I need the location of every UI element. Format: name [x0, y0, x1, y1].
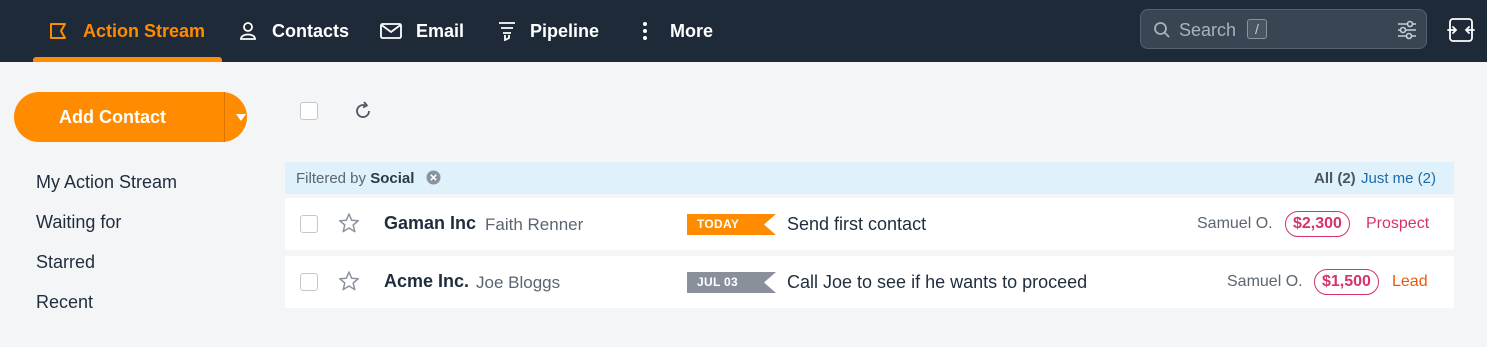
deal-amount-badge: $1,500 [1314, 269, 1379, 295]
company-name[interactable]: Acme Inc. [384, 271, 469, 292]
active-tab-indicator [33, 57, 222, 62]
envelope-icon [380, 23, 402, 39]
refresh-icon[interactable] [353, 101, 373, 121]
row-checkbox[interactable] [300, 273, 318, 291]
row-checkbox[interactable] [300, 215, 318, 233]
search-icon [1154, 22, 1170, 38]
action-stream-icon [50, 23, 66, 39]
action-row[interactable]: Gaman Inc Faith Renner TODAY Send first … [285, 198, 1454, 250]
nav-more[interactable]: More [638, 0, 713, 62]
deal-stage: Prospect [1366, 215, 1430, 232]
task-description[interactable]: Call Joe to see if he wants to proceed [787, 272, 1087, 293]
add-contact-divider [224, 92, 225, 142]
search-shortcut-key: / [1247, 19, 1267, 39]
contact-name[interactable]: Joe Bloggs [476, 273, 560, 293]
nav-contacts[interactable]: Contacts [238, 0, 349, 62]
sidebar-item-starred[interactable]: Starred [36, 252, 95, 273]
expand-panel-icon[interactable] [1447, 16, 1475, 44]
star-icon[interactable] [338, 270, 360, 292]
filter-description: Filtered by Social [296, 170, 414, 187]
nav-action-stream-label: Action Stream [83, 20, 206, 41]
date-tag-label: JUL 03 [697, 275, 738, 289]
task-description[interactable]: Send first contact [787, 214, 926, 235]
nav-contacts-label: Contacts [272, 20, 350, 41]
clear-filter-icon[interactable] [426, 170, 441, 185]
sidebar-item-my-action-stream[interactable]: My Action Stream [36, 172, 177, 193]
filter-value: Social [370, 170, 415, 187]
search-box[interactable]: / [1140, 9, 1427, 49]
filter-prefix: Filtered by [296, 170, 367, 187]
task-owner: Samuel O. [1227, 273, 1303, 290]
deal-stage: Lead [1392, 273, 1428, 290]
action-row[interactable]: Acme Inc. Joe Bloggs JUL 03 Call Joe to … [285, 256, 1454, 308]
nav-email[interactable]: Email [380, 0, 464, 62]
date-tag-label: TODAY [697, 217, 740, 231]
add-contact-dropdown-icon[interactable] [236, 114, 246, 121]
search-filter-icon[interactable] [1396, 19, 1418, 41]
nav-pipeline[interactable]: Pipeline [498, 0, 599, 62]
top-nav-bar: Action Stream Contacts Email Pipeline Mo… [0, 0, 1487, 62]
kebab-icon [643, 22, 647, 40]
search-input[interactable] [1179, 18, 1239, 42]
funnel-icon [499, 22, 515, 41]
nav-pipeline-label: Pipeline [530, 20, 600, 41]
star-icon[interactable] [338, 212, 360, 234]
sidebar-item-waiting-for[interactable]: Waiting for [36, 212, 121, 233]
task-owner: Samuel O. [1197, 215, 1273, 232]
add-contact-label: Add Contact [59, 107, 166, 127]
person-icon [240, 22, 256, 40]
deal-amount-badge: $2,300 [1285, 211, 1350, 237]
nav-email-label: Email [416, 20, 465, 41]
sidebar-item-recent[interactable]: Recent [36, 292, 93, 313]
filter-just-me-link[interactable]: Just me (2) [1361, 170, 1436, 187]
add-contact-button[interactable]: Add Contact [14, 92, 247, 142]
nav-action-stream[interactable]: Action Stream [49, 0, 205, 62]
company-name[interactable]: Gaman Inc [384, 213, 476, 234]
filter-bar: Filtered by Social All (2) Just me (2) [285, 162, 1454, 194]
contact-name[interactable]: Faith Renner [485, 215, 583, 235]
filter-all-link[interactable]: All (2) [1314, 170, 1356, 187]
select-all-checkbox[interactable] [300, 102, 318, 120]
nav-more-label: More [670, 20, 714, 41]
